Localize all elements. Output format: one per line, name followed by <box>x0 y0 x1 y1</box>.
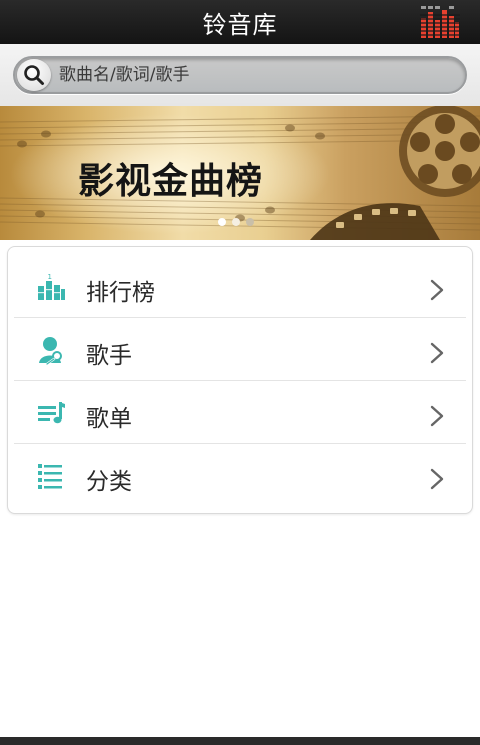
carousel-dot[interactable] <box>246 218 254 226</box>
page-title: 铃音库 <box>202 10 278 39</box>
menu-item-label: 歌单 <box>86 406 132 432</box>
menu-item-category[interactable]: 分类 <box>14 444 466 507</box>
search-area <box>0 44 480 106</box>
search-input[interactable] <box>59 62 455 88</box>
menu-item-singer[interactable]: 歌手 <box>14 318 466 381</box>
banner-carousel[interactable]: 影视金曲榜 <box>0 106 480 240</box>
category-menu: 1 排行榜 歌手 歌单 分类 <box>7 246 473 514</box>
search-button[interactable] <box>17 59 51 91</box>
carousel-dot[interactable] <box>218 218 226 226</box>
banner-title: 影视金曲榜 <box>78 161 264 202</box>
search-bar <box>13 56 467 94</box>
bottom-bar <box>0 737 480 745</box>
chevron-right-icon <box>430 468 444 490</box>
chart-bars-icon: 1 <box>38 273 65 300</box>
singer-icon <box>39 337 62 365</box>
chevron-right-icon <box>430 279 444 301</box>
chevron-right-icon <box>430 405 444 427</box>
menu-item-label: 分类 <box>86 469 132 495</box>
menu-item-ranking[interactable]: 1 排行榜 <box>14 255 466 318</box>
chevron-right-icon <box>430 342 444 364</box>
svg-text:1: 1 <box>48 273 52 281</box>
title-bar: 铃音库 <box>0 0 480 44</box>
search-icon <box>24 65 44 85</box>
menu-item-label: 歌手 <box>86 343 132 369</box>
equalizer-icon[interactable] <box>420 6 460 38</box>
ringtone-library-screen: 铃音库 歌曲名/歌词/歌手 影视金曲榜 1 排行榜 歌手 歌单 分类 <box>0 0 480 745</box>
film-reel-decoration <box>310 106 480 240</box>
carousel-dot[interactable] <box>232 218 240 226</box>
menu-item-label: 排行榜 <box>86 280 155 306</box>
playlist-icon <box>38 402 65 424</box>
category-list-icon <box>38 464 62 489</box>
menu-item-playlist[interactable]: 歌单 <box>14 381 466 444</box>
